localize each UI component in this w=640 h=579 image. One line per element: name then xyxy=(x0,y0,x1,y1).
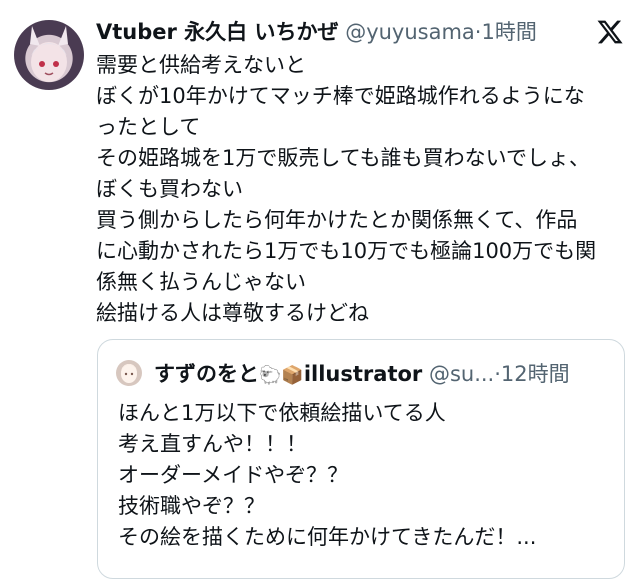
quoted-author-handle[interactable]: @su... xyxy=(429,362,494,386)
quoted-tweet-line: その絵を描くために何年かけてきたんだ！... xyxy=(118,525,537,549)
author-avatar[interactable] xyxy=(14,20,84,90)
quoted-tweet-line: 技術職やぞ？？ xyxy=(118,494,265,518)
avatar-illustration xyxy=(30,26,68,82)
tweet-line: 係無く払うんじゃない xyxy=(96,270,306,294)
author-handle[interactable]: @yuyusama xyxy=(345,20,475,44)
tweet-timestamp[interactable]: 1時間 xyxy=(481,20,536,44)
quoted-header-separator: · xyxy=(494,362,501,386)
x-logo-icon[interactable] xyxy=(596,18,624,46)
quoted-tweet-body: ほんと1万以下で依頼絵描いてる人 考え直すんや！！！ オーダーメイドやぞ？？ 技… xyxy=(118,398,618,553)
quoted-author-display-name[interactable]: すずのをと xyxy=(154,362,259,386)
tweet-line: に心動かされたら1万でも10万でも極論100万でも関 xyxy=(96,239,597,263)
quoted-author-avatar[interactable] xyxy=(116,360,142,386)
tweet-header: Vtuber 永久白 いちかぜ @yuyusama·1時間 xyxy=(96,16,566,48)
quoted-avatar-illustration xyxy=(121,365,137,383)
author-display-name[interactable]: Vtuber 永久白 いちかぜ xyxy=(96,20,339,44)
quoted-tweet-card[interactable]: すずのをと🐑📦illustrator @su...·12時間 ほんと1万以下で依… xyxy=(97,339,625,579)
tweet-line: 需要と供給考えないと xyxy=(96,53,306,77)
quoted-tweet-timestamp[interactable]: 12時間 xyxy=(501,362,570,386)
tweet-line: 買う側からしたら何年かけたとか関係無くて、作品 xyxy=(96,208,578,232)
quoted-tweet-line: ほんと1万以下で依頼絵描いてる人 xyxy=(118,401,446,425)
tweet-body: 需要と供給考えないと ぼくが10年かけてマッチ棒で姫路城作れるようにな ったとし… xyxy=(96,50,626,329)
tweet-line: 絵描ける人は尊敬するけどね xyxy=(96,301,369,325)
quoted-tweet-header: すずのをと🐑📦illustrator @su...·12時間 xyxy=(154,358,614,388)
quoted-author-name-suffix[interactable]: illustrator xyxy=(304,362,422,386)
quoted-tweet-line: オーダーメイドやぞ？？ xyxy=(118,463,349,487)
tweet-line: ぼくが10年かけてマッチ棒で姫路城作れるようにな xyxy=(96,84,585,108)
tweet-line: ぼくも買わない xyxy=(96,177,243,201)
tweet-line: その姫路城を1万で販売しても誰も買わないでしょ、 xyxy=(96,146,591,170)
tweet-line: ったとして xyxy=(96,115,201,139)
quoted-author-emojis: 🐑📦 xyxy=(259,365,304,386)
quoted-tweet-line: 考え直すんや！！！ xyxy=(118,432,307,456)
